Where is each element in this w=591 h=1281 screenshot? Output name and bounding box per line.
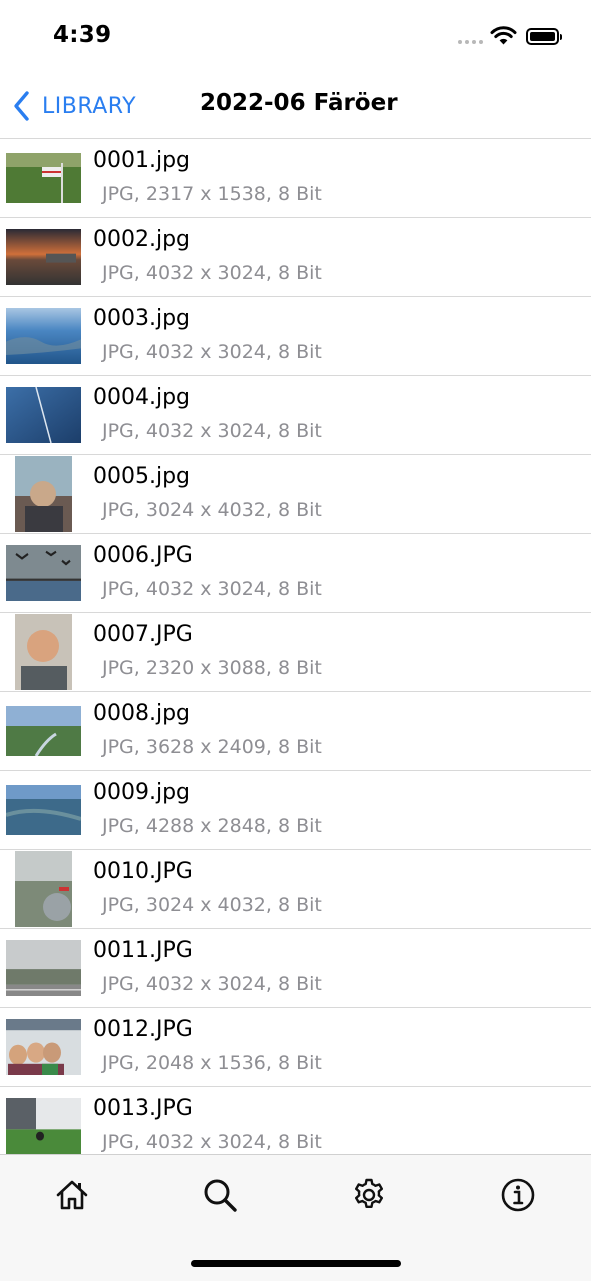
navigation-bar: LIBRARY 2022-06 Färöer xyxy=(0,76,591,138)
thumbnail-image xyxy=(15,614,72,690)
file-name: 0002.jpg xyxy=(93,227,191,252)
tab-info[interactable] xyxy=(498,1175,538,1215)
file-meta: JPG, 4032 x 3024, 8 Bit xyxy=(102,973,322,995)
file-name: 0003.jpg xyxy=(93,306,191,331)
list-item[interactable]: 0005.jpg JPG, 3024 x 4032, 8 Bit xyxy=(0,455,591,534)
back-button-label: LIBRARY xyxy=(42,93,137,119)
thumbnail-image xyxy=(15,456,72,532)
gear-icon xyxy=(355,1178,383,1208)
list-item[interactable]: 0011.JPG JPG, 4032 x 3024, 8 Bit xyxy=(0,929,591,1008)
file-meta: JPG, 4032 x 3024, 8 Bit xyxy=(102,578,322,600)
thumbnail-image xyxy=(15,851,72,927)
file-meta: JPG, 4032 x 3024, 8 Bit xyxy=(102,420,322,442)
tab-search[interactable] xyxy=(200,1175,240,1215)
file-name: 0010.JPG xyxy=(93,859,193,884)
wifi-icon xyxy=(490,26,517,45)
list-item[interactable]: 0004.jpg JPG, 4032 x 3024, 8 Bit xyxy=(0,376,591,455)
battery-icon xyxy=(526,28,562,45)
home-indicator xyxy=(191,1260,401,1267)
file-meta: JPG, 2048 x 1536, 8 Bit xyxy=(102,1052,322,1074)
file-name: 0008.jpg xyxy=(93,701,191,726)
list-item[interactable]: 0001.jpg JPG, 2317 x 1538, 8 Bit xyxy=(0,139,591,218)
file-name: 0006.JPG xyxy=(93,543,193,568)
file-meta: JPG, 3024 x 4032, 8 Bit xyxy=(102,499,322,521)
list-item[interactable]: 0012.JPG JPG, 2048 x 1536, 8 Bit xyxy=(0,1008,591,1087)
cellular-signal-icon xyxy=(458,40,483,44)
file-name: 0013.JPG xyxy=(93,1096,193,1121)
file-meta: JPG, 4032 x 3024, 8 Bit xyxy=(102,1131,322,1153)
file-name: 0007.JPG xyxy=(93,622,193,647)
thumbnail-image xyxy=(6,545,81,601)
list-item[interactable]: 0003.jpg JPG, 4032 x 3024, 8 Bit xyxy=(0,297,591,376)
file-name: 0001.jpg xyxy=(93,148,191,173)
tab-settings[interactable] xyxy=(349,1175,389,1215)
search-icon xyxy=(204,1179,237,1212)
thumbnail-image xyxy=(6,1019,81,1075)
list-item[interactable]: 0002.jpg JPG, 4032 x 3024, 8 Bit xyxy=(0,218,591,297)
file-meta: JPG, 3024 x 4032, 8 Bit xyxy=(102,894,322,916)
tab-home[interactable] xyxy=(52,1175,92,1215)
list-item[interactable]: 0010.JPG JPG, 3024 x 4032, 8 Bit xyxy=(0,850,591,929)
file-name: 0005.jpg xyxy=(93,464,191,489)
file-name: 0012.JPG xyxy=(93,1017,193,1042)
file-meta: JPG, 3628 x 2409, 8 Bit xyxy=(102,736,322,758)
list-item[interactable]: 0007.JPG JPG, 2320 x 3088, 8 Bit xyxy=(0,613,591,692)
file-meta: JPG, 2317 x 1538, 8 Bit xyxy=(102,183,322,205)
file-name: 0009.jpg xyxy=(93,780,191,805)
back-button[interactable]: LIBRARY xyxy=(12,88,136,124)
thumbnail-image xyxy=(6,940,81,996)
thumbnail-image xyxy=(6,308,81,364)
home-icon xyxy=(56,1180,88,1210)
thumbnail-image xyxy=(6,229,81,285)
thumbnail-image xyxy=(6,153,81,203)
thumbnail-image xyxy=(6,387,81,443)
file-name: 0004.jpg xyxy=(93,385,191,410)
list-item[interactable]: 0008.jpg JPG, 3628 x 2409, 8 Bit xyxy=(0,692,591,771)
list-item[interactable]: 0006.JPG JPG, 4032 x 3024, 8 Bit xyxy=(0,534,591,613)
file-meta: JPG, 4288 x 2848, 8 Bit xyxy=(102,815,322,837)
file-meta: JPG, 4032 x 3024, 8 Bit xyxy=(102,262,322,284)
chevron-left-icon xyxy=(14,91,29,121)
thumbnail-image xyxy=(6,706,81,756)
info-icon xyxy=(501,1178,535,1212)
file-name: 0011.JPG xyxy=(93,938,193,963)
thumbnail-image xyxy=(6,1098,81,1154)
file-list: 0001.jpg JPG, 2317 x 1538, 8 Bit 0002.jp… xyxy=(0,138,591,1155)
status-time: 4:39 xyxy=(53,22,112,48)
thumbnail-image xyxy=(6,785,81,835)
page-title: 2022-06 Färöer xyxy=(200,90,398,116)
status-bar: 4:39 xyxy=(0,0,591,76)
file-meta: JPG, 2320 x 3088, 8 Bit xyxy=(102,657,322,679)
file-meta: JPG, 4032 x 3024, 8 Bit xyxy=(102,341,322,363)
list-item[interactable]: 0013.JPG JPG, 4032 x 3024, 8 Bit xyxy=(0,1087,591,1155)
list-item[interactable]: 0009.jpg JPG, 4288 x 2848, 8 Bit xyxy=(0,771,591,850)
